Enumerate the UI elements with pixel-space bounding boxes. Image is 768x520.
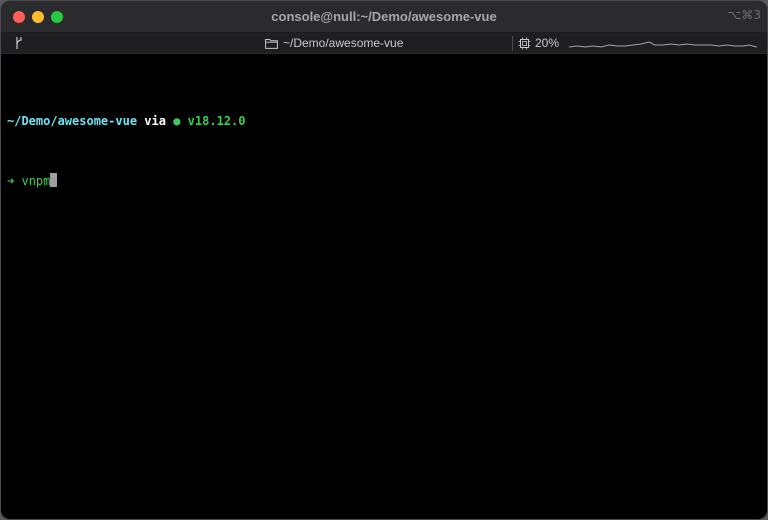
cpu-usage-percent: 20% bbox=[535, 36, 560, 50]
text-cursor bbox=[50, 173, 58, 187]
status-divider bbox=[512, 36, 513, 51]
node-version: v18.12.0 bbox=[187, 114, 246, 128]
cpu-usage-sparkline bbox=[569, 41, 757, 48]
window-title: console@null:~/Demo/awesome-vue bbox=[271, 9, 497, 24]
terminal-output[interactable]: ~/Demo/awesome-vue via ● v18.12.0 ➜ vnpm bbox=[7, 71, 761, 231]
prompt-line: ~/Demo/awesome-vue via ● v18.12.0 bbox=[7, 111, 761, 131]
command-line[interactable]: ➜ vnpm bbox=[7, 171, 761, 191]
status-bar: ~/Demo/awesome-vue 20% bbox=[1, 33, 767, 54]
tab-shortcut-hint: ⌥⌘3 bbox=[727, 8, 761, 22]
folder-icon bbox=[265, 39, 278, 49]
current-directory[interactable]: ~/Demo/awesome-vue bbox=[283, 36, 403, 50]
git-branch-icon bbox=[16, 37, 22, 49]
node-dot-icon: ● bbox=[173, 114, 181, 128]
title-bar[interactable]: console@null:~/Demo/awesome-vue ⌥⌘3 bbox=[1, 1, 767, 33]
prompt-arrow-icon: ➜ bbox=[7, 174, 15, 188]
terminal-window: console@null:~/Demo/awesome-vue ⌥⌘3 ~/De… bbox=[0, 0, 768, 520]
prompt-path: ~/Demo/awesome-vue bbox=[7, 114, 138, 128]
prompt-via: via bbox=[144, 114, 166, 128]
command-input[interactable]: vnpm bbox=[21, 174, 50, 188]
cpu-chip-icon bbox=[518, 37, 531, 50]
